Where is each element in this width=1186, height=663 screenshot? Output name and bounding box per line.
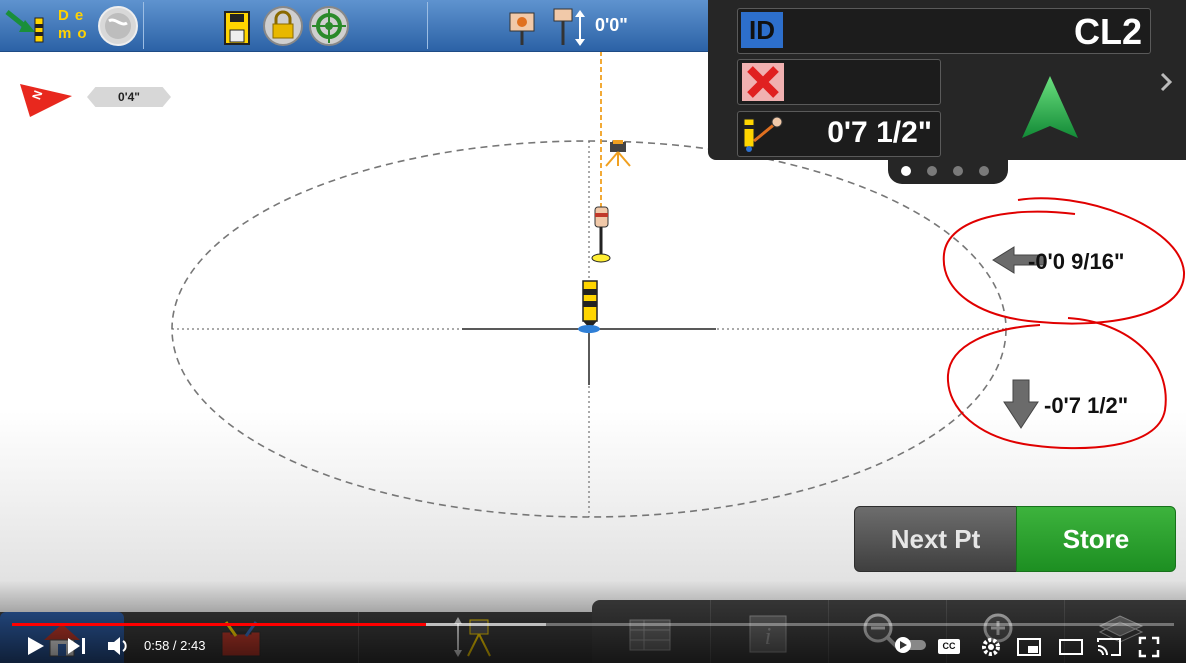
page-dot-3[interactable] (953, 166, 963, 176)
top-toolbar: De mo 0'0" (0, 0, 708, 52)
design-point-marker-icon (578, 280, 600, 333)
panel-page-indicator (888, 158, 1008, 184)
miniplayer-icon[interactable] (1016, 637, 1042, 657)
store-button[interactable]: Store (1016, 506, 1176, 572)
arrive-point-icon[interactable] (5, 8, 49, 44)
error-x-icon (742, 63, 784, 101)
offset-vertical-value: -0'7 1/2" (1044, 393, 1129, 418)
down-arrow-icon (1003, 379, 1039, 429)
next-point-button[interactable]: Next Pt (854, 506, 1017, 572)
distance-icon (743, 116, 783, 152)
target-icon[interactable] (308, 5, 350, 47)
globe-icon[interactable] (97, 5, 139, 47)
page-dot-4[interactable] (979, 166, 989, 176)
annotation-circle-2 (946, 317, 1167, 450)
lock-icon[interactable] (262, 5, 304, 47)
prism-icon[interactable] (507, 7, 537, 47)
autoplay-toggle-icon[interactable] (894, 636, 930, 654)
volume-icon[interactable] (106, 635, 132, 657)
play-icon[interactable] (26, 635, 46, 657)
rod-height-icon[interactable] (551, 7, 587, 47)
demo-mode-label: De mo (58, 7, 93, 42)
page-dot-1[interactable] (901, 166, 911, 176)
north-arrow-icon (20, 84, 72, 117)
status-field (737, 59, 941, 105)
point-id-value: CL2 (1073, 11, 1142, 52)
cast-icon[interactable] (1096, 636, 1122, 658)
nav-arrow-icon (1022, 76, 1078, 138)
video-time-display: 0:58 / 2:43 (144, 638, 206, 653)
panel-next-chevron-icon[interactable] (1159, 71, 1173, 93)
video-played-bar (12, 623, 426, 626)
save-icon[interactable] (222, 10, 252, 46)
prism-rod-marker-icon (591, 206, 611, 263)
video-buffered-bar (425, 623, 546, 626)
id-badge: ID (741, 12, 783, 48)
page-dot-2[interactable] (927, 166, 937, 176)
settings-icon[interactable] (980, 636, 1002, 658)
instrument-marker-icon (605, 140, 631, 167)
captions-button[interactable]: CC (938, 639, 960, 654)
point-id-field[interactable]: ID CL2 (737, 8, 1151, 54)
target-height-value[interactable]: 0'0" (595, 15, 628, 36)
point-info-panel: ID CL2 0'7 1/2" (708, 0, 1186, 160)
scale-badge: 0'4" (87, 87, 171, 107)
distance-field[interactable]: 0'7 1/2" (737, 111, 941, 157)
theater-mode-icon[interactable] (1058, 637, 1084, 657)
fullscreen-icon[interactable] (1138, 636, 1160, 658)
distance-value: 0'7 1/2" (827, 116, 932, 149)
offset-horizontal-value: -0'0 9/16" (1028, 249, 1125, 274)
next-video-icon[interactable] (66, 636, 88, 656)
